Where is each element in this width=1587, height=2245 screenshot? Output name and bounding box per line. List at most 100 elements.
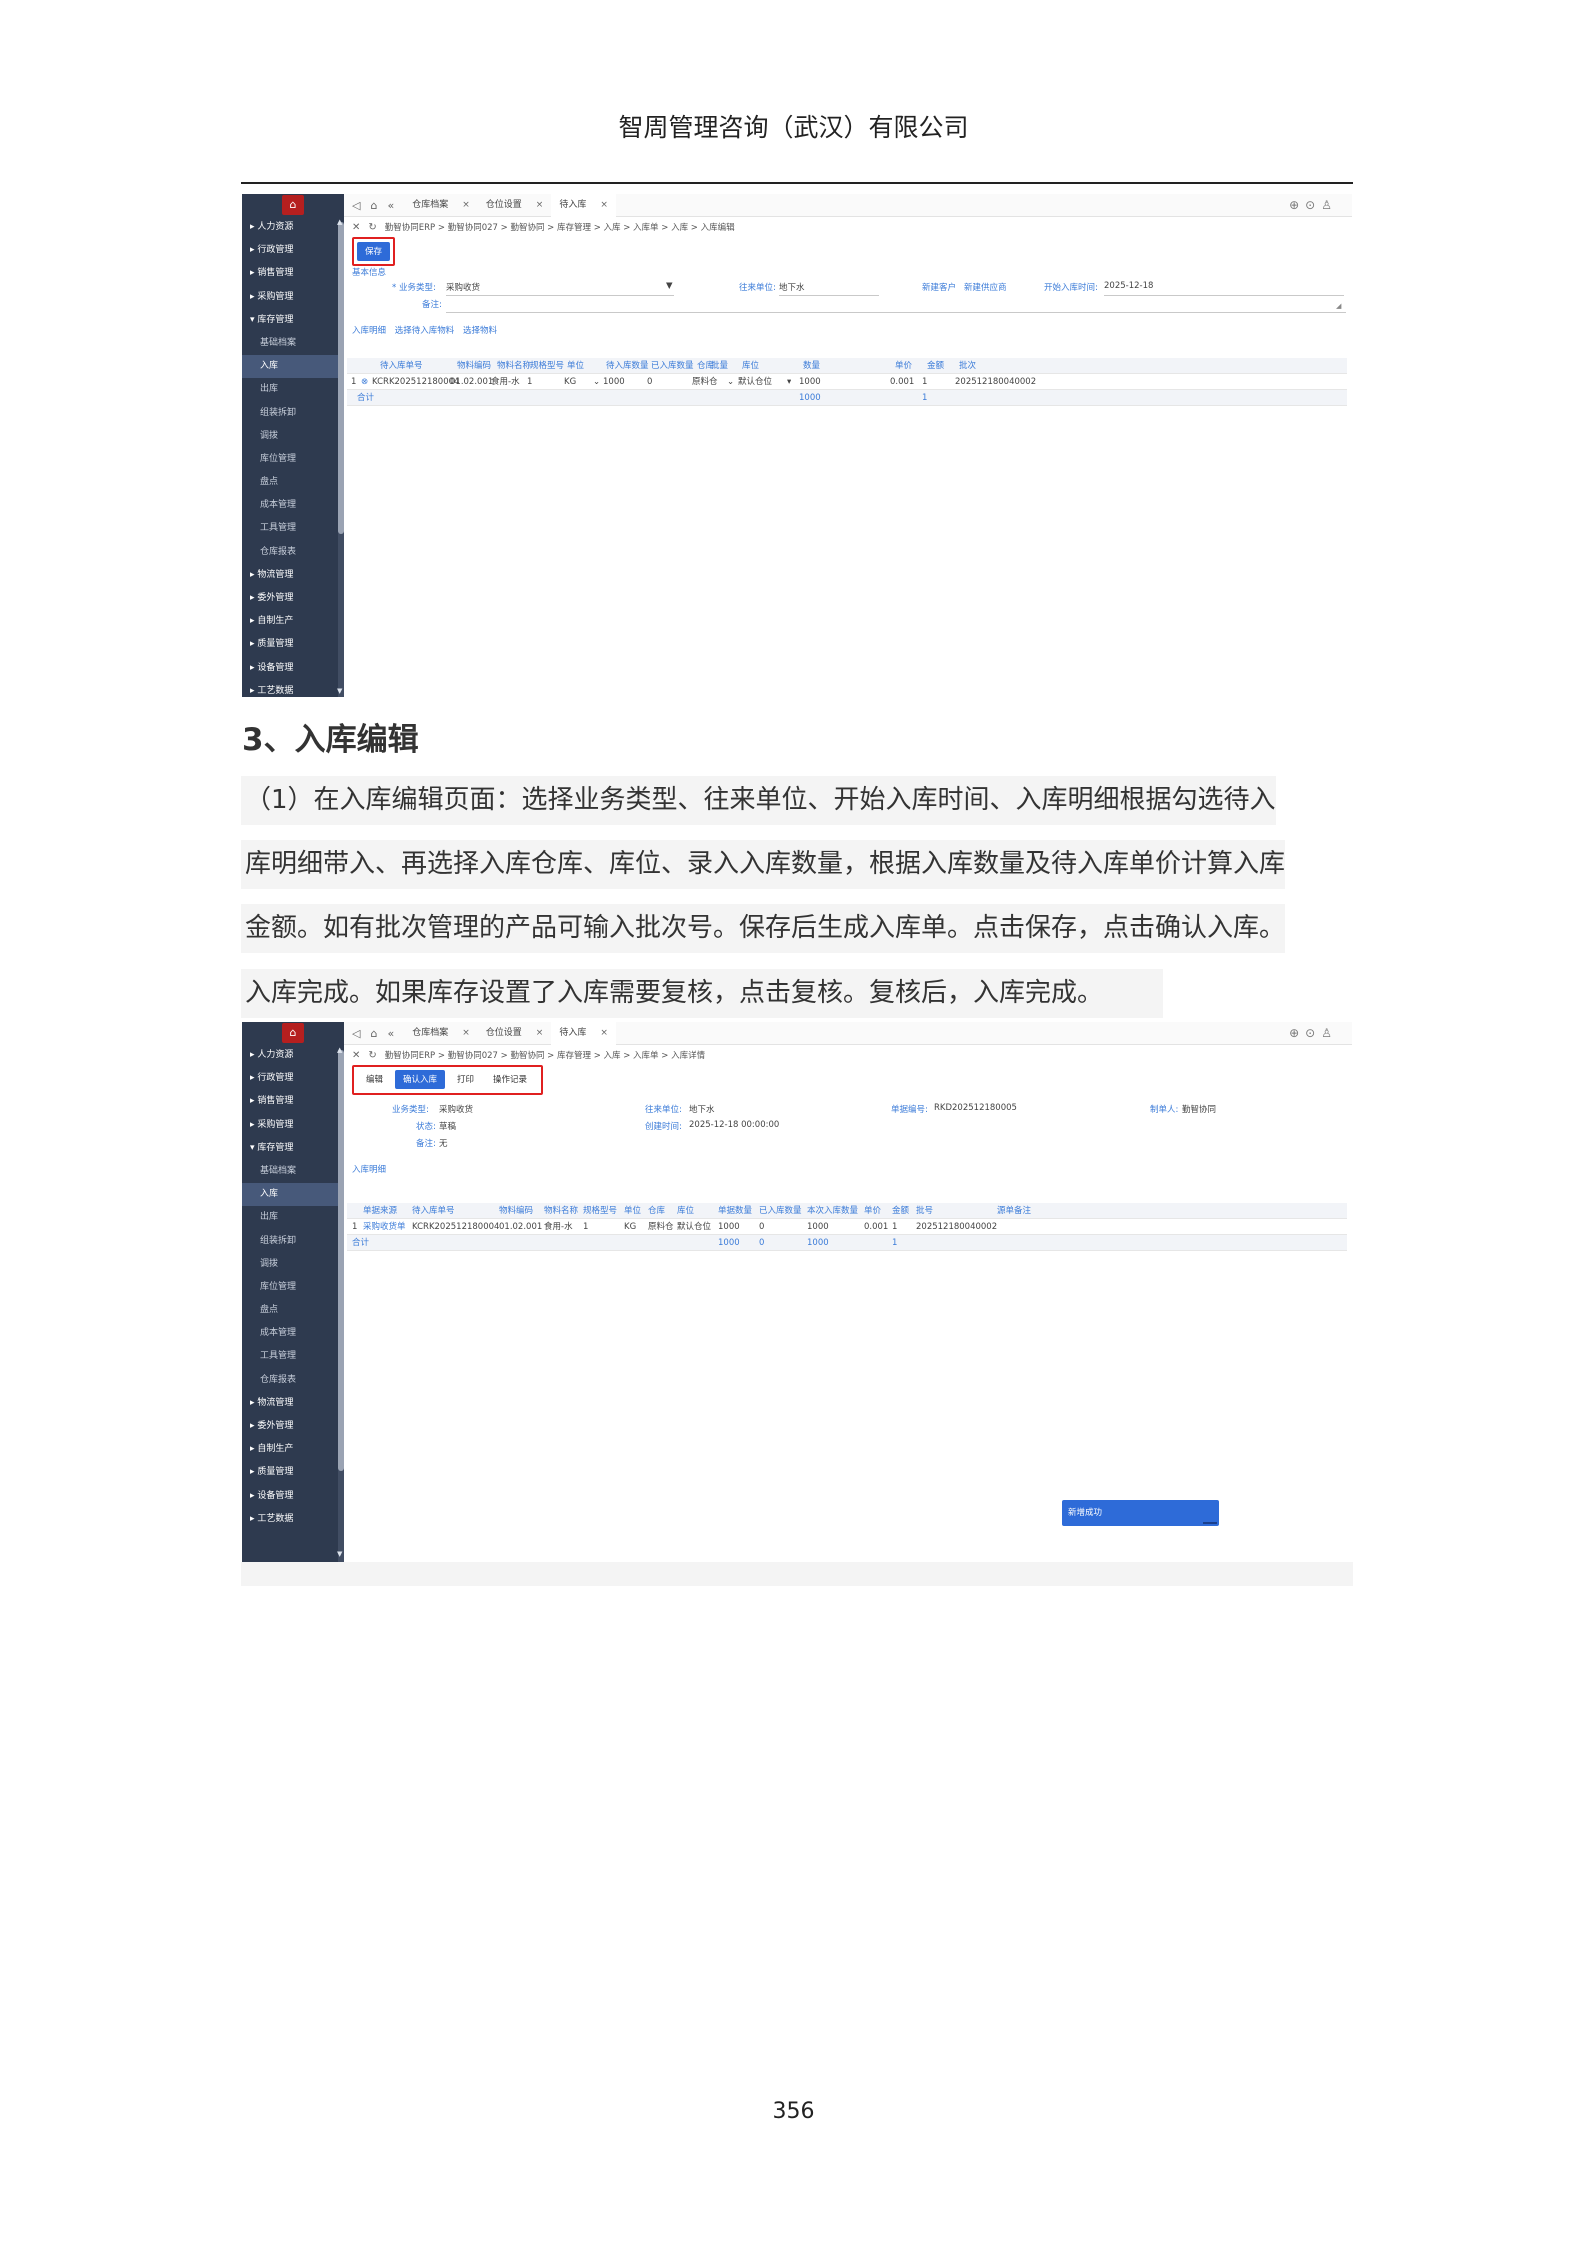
qty-input[interactable]: 1000 bbox=[799, 374, 821, 390]
sidebar-subitem[interactable]: 库位管理 bbox=[242, 448, 344, 471]
header-icons[interactable]: ⊕⊙♙ bbox=[1289, 198, 1338, 212]
tab-warehouse-archive[interactable]: 仓库档案 × bbox=[404, 194, 478, 217]
back-tabs-icon[interactable]: « bbox=[387, 1027, 394, 1040]
biz-type-select[interactable]: 采购收货 bbox=[446, 281, 480, 293]
sidebar-item[interactable]: ▸ 委外管理 bbox=[242, 587, 344, 610]
sidebar-item[interactable]: ▸ 行政管理 bbox=[242, 1067, 344, 1090]
chevron-down-icon[interactable]: ▾ bbox=[787, 374, 791, 390]
sidebar-item[interactable]: ▸ 销售管理 bbox=[242, 262, 344, 285]
sidebar-subitem[interactable]: 工具管理 bbox=[242, 517, 344, 540]
location-select[interactable]: 默认仓位 bbox=[738, 374, 772, 390]
sidebar-item[interactable]: ▾ 库存管理 bbox=[242, 1137, 344, 1160]
batch-input[interactable]: 202512180040002 bbox=[955, 374, 1036, 390]
close-icon[interactable]: × bbox=[462, 1028, 470, 1038]
sidebar-item[interactable]: ▸ 物流管理 bbox=[242, 564, 344, 587]
close-icon[interactable]: × bbox=[536, 200, 544, 210]
scroll-down-icon[interactable]: ▼ bbox=[337, 1550, 342, 1558]
table-header: 单据来源 待入库单号 物料编码 物料名称 规格型号 单位 仓库 库位 单据数量 … bbox=[347, 1203, 1347, 1219]
confirm-inbound-button[interactable]: 确认入库 bbox=[395, 1070, 446, 1089]
sidebar-item[interactable]: ▸ 工艺数据 bbox=[242, 680, 344, 697]
partner-input[interactable]: 地下水 bbox=[779, 281, 805, 293]
refresh-icon[interactable]: ↻ bbox=[368, 222, 376, 233]
sidebar-item[interactable]: ▸ 自制生产 bbox=[242, 1438, 344, 1461]
close-icon[interactable]: × bbox=[600, 200, 608, 210]
tab-warehouse-archive[interactable]: 仓库档案 × bbox=[404, 1022, 478, 1045]
sidebar-subitem[interactable]: 库位管理 bbox=[242, 1276, 344, 1299]
tab-location-settings[interactable]: 仓位设置 × bbox=[478, 1022, 552, 1045]
sidebar-subitem[interactable]: 盘点 bbox=[242, 1299, 344, 1322]
start-time-input[interactable]: 2025-12-18 bbox=[1104, 281, 1153, 291]
sidebar-item[interactable]: ▸ 自制生产 bbox=[242, 610, 344, 633]
close-page-icon[interactable]: ✕ bbox=[352, 1050, 360, 1061]
tab-pending-inbound[interactable]: 待入库 × bbox=[551, 194, 616, 217]
chevron-down-icon[interactable]: ⌄ bbox=[593, 374, 600, 390]
chevron-down-icon[interactable]: ⌄ bbox=[727, 374, 734, 390]
sidebar-item[interactable]: ▸ 人力资源 bbox=[242, 1044, 344, 1067]
warehouse-select[interactable]: 原料仓 bbox=[692, 374, 718, 390]
collapse-icon[interactable]: ◁ bbox=[352, 1027, 360, 1040]
save-button[interactable]: 保存 bbox=[357, 241, 391, 261]
sidebar-item[interactable]: ▸ 质量管理 bbox=[242, 633, 344, 656]
sidebar-item[interactable]: ▸ 采购管理 bbox=[242, 1114, 344, 1137]
sidebar-item[interactable]: ▸ 物流管理 bbox=[242, 1392, 344, 1415]
new-supplier-link[interactable]: 新建供应商 bbox=[964, 281, 1007, 293]
sidebar-item[interactable]: ▸ 行政管理 bbox=[242, 239, 344, 262]
remark-input[interactable] bbox=[446, 312, 1346, 313]
refresh-icon[interactable]: ↻ bbox=[368, 1050, 376, 1061]
tab-location-settings[interactable]: 仓位设置 × bbox=[478, 194, 552, 217]
sidebar-item[interactable]: ▸ 质量管理 bbox=[242, 1461, 344, 1484]
remove-row-icon[interactable]: ⊗ bbox=[361, 374, 368, 390]
detail-title: 入库明细 bbox=[352, 1165, 387, 1175]
tab-pending-inbound[interactable]: 待入库 × bbox=[551, 1022, 616, 1045]
sidebar-item[interactable]: ▾ 库存管理 bbox=[242, 309, 344, 332]
sidebar-subitem[interactable]: 基础档案 bbox=[242, 332, 344, 355]
home-icon[interactable]: ⌂ bbox=[370, 1027, 377, 1040]
select-pending-link[interactable]: 选择待入库物料 bbox=[395, 326, 455, 336]
sidebar-item[interactable]: ▸ 委外管理 bbox=[242, 1415, 344, 1438]
sidebar-subitem[interactable]: 盘点 bbox=[242, 471, 344, 494]
sidebar-item[interactable]: ▸ 销售管理 bbox=[242, 1090, 344, 1113]
scroll-up-icon[interactable]: ▲ bbox=[337, 1046, 342, 1054]
resize-handle-icon[interactable]: ◢ bbox=[1336, 302, 1341, 310]
operation-log-button[interactable]: 操作记录 bbox=[486, 1071, 535, 1090]
sidebar-subitem[interactable]: 组装拆卸 bbox=[242, 402, 344, 425]
sidebar-subitem[interactable]: 出库 bbox=[242, 1206, 344, 1229]
sidebar-subitem[interactable]: 调拨 bbox=[242, 1253, 344, 1276]
sidebar-item[interactable]: ▸ 设备管理 bbox=[242, 1485, 344, 1508]
table-row[interactable]: 1 ⊗ KCRK202512180004 01.02.001 食用-水 1 KG… bbox=[347, 374, 1347, 390]
scroll-up-icon[interactable]: ▲ bbox=[337, 218, 342, 226]
collapse-icon[interactable]: ◁ bbox=[352, 199, 360, 212]
close-icon[interactable]: × bbox=[600, 1028, 608, 1038]
table-header: 待入库单号 物料编码 物料名称 规格型号 单位 待入库数量 已入库数量 仓库 批… bbox=[347, 358, 1347, 374]
sidebar-subitem[interactable]: 基础档案 bbox=[242, 1160, 344, 1183]
sidebar-subitem[interactable]: 工具管理 bbox=[242, 1345, 344, 1368]
new-customer-link[interactable]: 新建客户 bbox=[922, 281, 956, 293]
edit-button[interactable]: 编辑 bbox=[359, 1071, 391, 1090]
sidebar-subitem[interactable]: 组装拆卸 bbox=[242, 1230, 344, 1253]
print-button[interactable]: 打印 bbox=[450, 1071, 482, 1090]
close-icon[interactable]: × bbox=[536, 1028, 544, 1038]
sidebar-subitem[interactable]: 出库 bbox=[242, 378, 344, 401]
close-icon[interactable]: × bbox=[462, 200, 470, 210]
sidebar-subitem-active[interactable]: 入库 bbox=[242, 355, 344, 379]
sidebar-subitem[interactable]: 仓库报表 bbox=[242, 1369, 344, 1392]
sidebar-item[interactable]: ▸ 人力资源 bbox=[242, 216, 344, 239]
sidebar-subitem[interactable]: 成本管理 bbox=[242, 1322, 344, 1345]
unit-select[interactable]: KG bbox=[564, 374, 576, 390]
sidebar-item[interactable]: ▸ 工艺数据 bbox=[242, 1508, 344, 1531]
source-doc-link[interactable]: 采购收货单 bbox=[363, 1219, 406, 1235]
sidebar-subitem[interactable]: 调拨 bbox=[242, 425, 344, 448]
select-material-link[interactable]: 选择物料 bbox=[463, 326, 497, 336]
sidebar-item[interactable]: ▸ 采购管理 bbox=[242, 286, 344, 309]
header-icons[interactable]: ⊕⊙♙ bbox=[1289, 1026, 1338, 1040]
sidebar-subitem[interactable]: 仓库报表 bbox=[242, 541, 344, 564]
sidebar-subitem-active[interactable]: 入库 bbox=[242, 1183, 344, 1207]
home-icon[interactable]: ⌂ bbox=[370, 199, 377, 212]
close-page-icon[interactable]: ✕ bbox=[352, 222, 360, 233]
sidebar-subitem[interactable]: 成本管理 bbox=[242, 494, 344, 517]
sidebar-item[interactable]: ▸ 设备管理 bbox=[242, 657, 344, 680]
table-row[interactable]: 1 采购收货单 KCRK202512180004 01.02.001 食用-水 … bbox=[347, 1219, 1347, 1235]
chevron-down-icon[interactable]: ▼ bbox=[666, 281, 673, 291]
back-tabs-icon[interactable]: « bbox=[387, 199, 394, 212]
scroll-down-icon[interactable]: ▼ bbox=[337, 687, 342, 695]
